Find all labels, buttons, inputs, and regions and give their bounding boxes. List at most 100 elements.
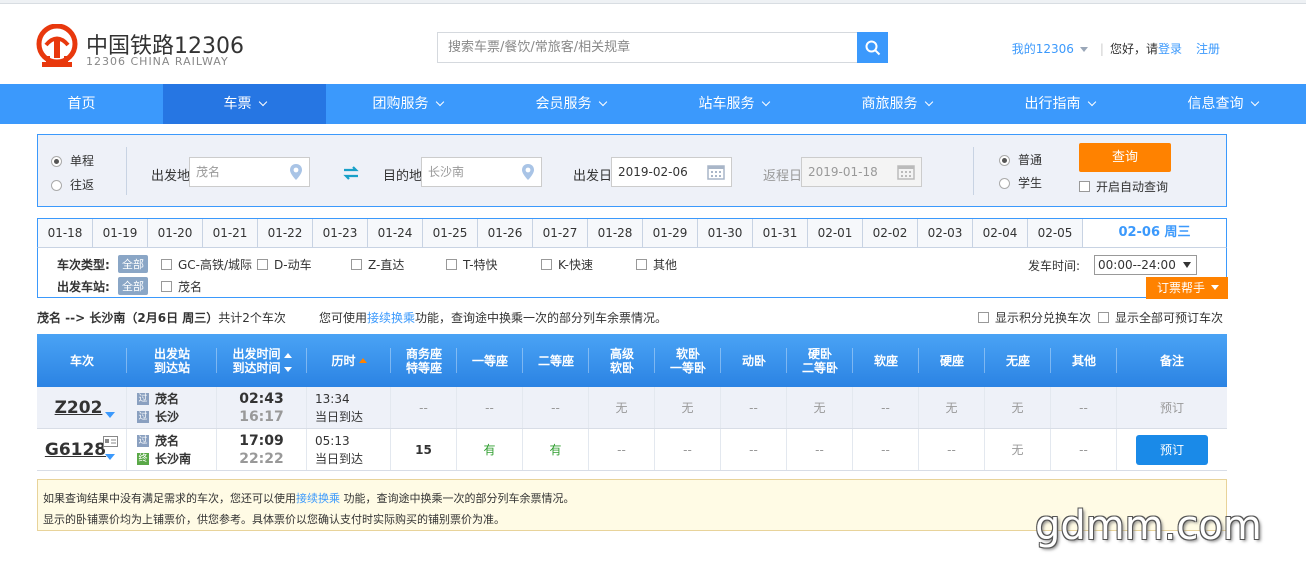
duration: 13:34 (315, 391, 350, 406)
from-station-input[interactable]: 茂名 (189, 157, 310, 187)
remark-cell: 预订 (1117, 387, 1227, 428)
duration-cell: 05:13 当日到达 (307, 429, 391, 470)
date-tab[interactable]: 02-03 (918, 219, 973, 247)
date-tab[interactable]: 01-26 (478, 219, 533, 247)
chevron-down-icon (1211, 285, 1219, 290)
date-tab[interactable]: 01-28 (588, 219, 643, 247)
col-times[interactable]: 出发时间 到达时间 (217, 334, 307, 387)
filter-z[interactable]: Z-直达 (351, 256, 404, 273)
return-date-input[interactable]: 2019-01-18 (801, 157, 922, 187)
filter-station-maoming[interactable]: 茂名 (161, 278, 202, 295)
filter-t[interactable]: T-特快 (446, 256, 498, 273)
date-tab[interactable]: 01-25 (423, 219, 478, 247)
date-tab[interactable]: 01-29 (643, 219, 698, 247)
train-number-link[interactable]: Z202 (55, 398, 103, 418)
nav-travel-guide[interactable]: 出行指南 (978, 84, 1141, 124)
book-button[interactable]: 预订 (1136, 434, 1208, 465)
date-tab-active[interactable]: 02-06 周三 (1083, 219, 1226, 247)
radio-label: 学生 (1018, 176, 1043, 190)
tip-text: 您可使用 (319, 311, 368, 325)
to-station[interactable]: 长沙南 (155, 450, 191, 467)
date-tab[interactable]: 02-02 (863, 219, 918, 247)
swap-stations-icon[interactable] (342, 165, 360, 181)
register-link[interactable]: 注册 (1196, 42, 1220, 56)
nav-tickets[interactable]: 车票 (163, 84, 326, 124)
date-tab[interactable]: 01-19 (93, 219, 148, 247)
from-station[interactable]: 茂名 (155, 432, 179, 449)
date-tab[interactable]: 01-21 (203, 219, 258, 247)
nav-home[interactable]: 首页 (0, 84, 163, 124)
date-tab[interactable]: 02-05 (1028, 219, 1083, 247)
auto-query-checkbox[interactable]: 开启自动查询 (1079, 178, 1168, 195)
return-date-value: 2019-01-18 (808, 165, 878, 179)
chevron-down-icon[interactable] (105, 412, 115, 418)
trip-round-radio[interactable]: 往返 (51, 176, 94, 193)
chevron-down-icon (1087, 97, 1096, 107)
watermark: gdmm.com (1035, 503, 1262, 549)
date-tab[interactable]: 01-30 (698, 219, 753, 247)
seat-cell[interactable]: 有 (523, 429, 589, 470)
checkbox-label: 其他 (653, 258, 678, 272)
header-label: 一等卧 (669, 360, 706, 375)
nav-member-service[interactable]: 会员服务 (489, 84, 652, 124)
transfer-link[interactable]: 接续换乘 (296, 492, 340, 505)
nav-label: 车票 (223, 96, 252, 112)
to-station-input[interactable]: 长沙南 (421, 157, 542, 187)
train-number-link[interactable]: G6128 (45, 440, 106, 460)
arrive-day: 当日到达 (315, 451, 364, 466)
nav-label: 信息查询 (1187, 96, 1244, 112)
date-tab[interactable]: 01-27 (533, 219, 588, 247)
date-tab[interactable]: 02-04 (973, 219, 1028, 247)
query-button[interactable]: 查询 (1079, 143, 1171, 172)
seat-cell[interactable]: 有 (457, 429, 523, 470)
col-other: 其他 (1051, 334, 1117, 387)
seat-cell: 无 (985, 429, 1051, 470)
site-search-input[interactable]: 搜索车票/餐饮/常旅客/相关规章 (437, 32, 858, 63)
transfer-link[interactable]: 接续换乘 (367, 311, 415, 325)
login-link[interactable]: 登录 (1158, 42, 1182, 56)
train-type-all-button[interactable]: 全部 (118, 255, 148, 273)
to-station[interactable]: 长沙 (155, 408, 179, 425)
nav-group-service[interactable]: 团购服务 (326, 84, 489, 124)
depart-time-select[interactable]: 00:00--24:00 (1094, 255, 1197, 275)
filter-other[interactable]: 其他 (636, 256, 677, 273)
date-tab[interactable]: 01-23 (313, 219, 368, 247)
seat-cell: 无 (655, 387, 721, 428)
railway-logo-icon[interactable] (36, 24, 78, 70)
passenger-normal-radio[interactable]: 普通 (999, 151, 1042, 168)
checkbox-label: 显示积分兑换车次 (995, 311, 1092, 325)
chevron-down-icon[interactable] (105, 454, 115, 460)
col-train-no: 车次 (37, 334, 127, 387)
depart-date-input[interactable]: 2019-02-06 (611, 157, 732, 187)
chevron-down-icon[interactable] (1079, 47, 1088, 52)
date-tab[interactable]: 01-24 (368, 219, 423, 247)
seat-cell: -- (655, 429, 721, 470)
nav-business-service[interactable]: 商旅服务 (815, 84, 978, 124)
date-tab[interactable]: 02-01 (808, 219, 863, 247)
passenger-student-radio[interactable]: 学生 (999, 174, 1042, 191)
nav-info-query[interactable]: 信息查询 (1141, 84, 1304, 124)
trip-one-way-radio[interactable]: 单程 (51, 152, 94, 169)
date-tab[interactable]: 01-20 (148, 219, 203, 247)
show-all-checkbox[interactable]: 显示全部可预订车次 (1098, 309, 1223, 326)
seat-cell[interactable]: 15 (391, 429, 457, 470)
filter-d[interactable]: D-动车 (257, 256, 312, 273)
my-account-link[interactable]: 我的12306 (1012, 42, 1074, 56)
filter-gc[interactable]: GC-高铁/城际 (161, 256, 252, 273)
show-points-checkbox[interactable]: 显示积分兑换车次 (978, 309, 1091, 326)
nav-label: 首页 (67, 96, 96, 112)
booking-helper-button[interactable]: 订票帮手 (1146, 277, 1228, 299)
date-tab[interactable]: 01-22 (258, 219, 313, 247)
from-station[interactable]: 茂名 (155, 390, 179, 407)
depart-station-all-button[interactable]: 全部 (118, 277, 148, 295)
header-label: 硬座 (939, 353, 964, 368)
search-button[interactable] (857, 32, 888, 63)
nav-station-service[interactable]: 站车服务 (652, 84, 815, 124)
filter-k[interactable]: K-快速 (541, 256, 593, 273)
col-hard-sleeper: 硬卧 二等卧 (787, 334, 853, 387)
col-duration[interactable]: 历时 (307, 334, 391, 387)
date-tab[interactable]: 01-31 (753, 219, 808, 247)
seat-cell: -- (589, 429, 655, 470)
date-tab[interactable]: 01-18 (38, 219, 93, 247)
checkbox-icon (541, 259, 552, 270)
